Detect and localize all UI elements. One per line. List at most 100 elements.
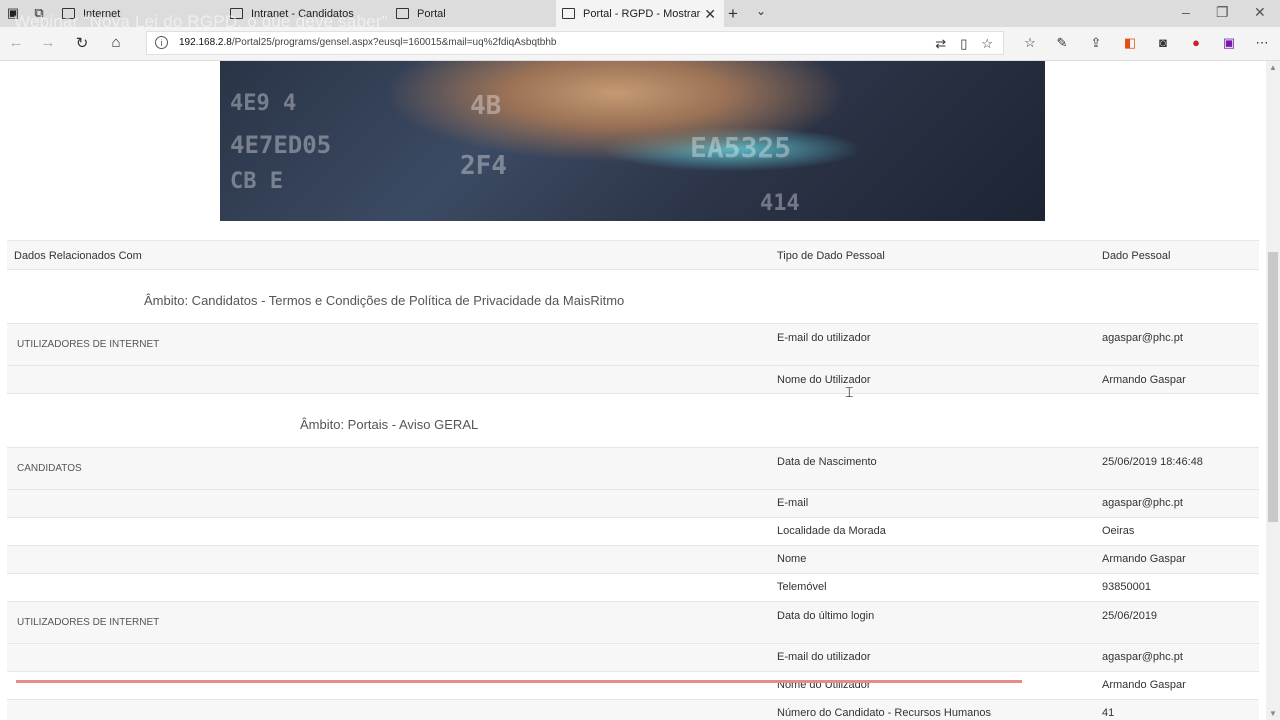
tab-label: Internet: [83, 7, 121, 20]
page-icon: [562, 8, 575, 19]
page-icon: [230, 8, 243, 19]
dado-cell: agaspar@phc.pt: [1102, 332, 1183, 344]
dado-cell: Armando Gaspar: [1102, 679, 1186, 691]
url-text: 192.168.2.8/Portal25/programs/gensel.asp…: [179, 37, 557, 48]
pinterest-icon[interactable]: ●: [1188, 35, 1204, 51]
tab-bar: ▣ ⧉ Internet Intranet - Candidatos Porta…: [0, 0, 1280, 31]
chevron-down-icon[interactable]: ⌄: [756, 4, 766, 18]
scroll-down-icon[interactable]: ▼: [1269, 709, 1277, 718]
address-bar: ← → ↻ ⌂ i 192.168.2.8/Portal25/programs/…: [0, 27, 1280, 61]
banner-decor: CB E: [230, 169, 283, 194]
page-content: 4E9 4 4E7ED05 CB E 4B 2F4 EA5325 414 Dad…: [0, 61, 1266, 720]
tipo-cell: E-mail do utilizador: [777, 651, 871, 663]
share-icon[interactable]: ⇪: [1088, 35, 1104, 51]
table-header-row: Dados Relacionados Com Tipo de Dado Pess…: [7, 240, 1259, 269]
info-icon[interactable]: i: [155, 36, 168, 49]
refresh-icon[interactable]: ↻: [72, 34, 92, 52]
translate-icon[interactable]: ⇄: [935, 36, 946, 52]
security-banner-image: 4E9 4 4E7ED05 CB E 4B 2F4 EA5325 414: [220, 61, 1045, 221]
header-tipo-dado: Tipo de Dado Pessoal: [777, 250, 885, 262]
favorites-icon[interactable]: ☆: [1022, 35, 1038, 51]
table-row: UTILIZADORES DE INTERNET E-mail do utili…: [7, 323, 1259, 365]
video-progress-bar[interactable]: [16, 680, 1022, 683]
tipo-cell: Telemóvel: [777, 581, 827, 593]
section-title: Âmbito: Portais - Aviso GERAL: [300, 417, 479, 432]
table-row: Nome do Utilizador Armando Gaspar: [7, 365, 1259, 393]
table-row: E-mail do utilizador agaspar@phc.pt: [7, 643, 1259, 671]
tipo-cell: E-mail do utilizador: [777, 332, 871, 344]
pen-icon[interactable]: ✎: [1054, 35, 1070, 51]
minimize-icon[interactable]: –: [1182, 4, 1190, 20]
home-icon[interactable]: ⌂: [106, 34, 126, 51]
page-icon: [396, 8, 409, 19]
section-row: Âmbito: Candidatos - Termos e Condições …: [7, 269, 1259, 323]
tab-internet[interactable]: Internet: [56, 0, 224, 27]
dado-cell: Armando Gaspar: [1102, 553, 1186, 565]
onenote-icon[interactable]: ▣: [1221, 35, 1237, 51]
dado-cell: 93850001: [1102, 581, 1151, 593]
banner-decor: 2F4: [460, 151, 507, 181]
scroll-up-icon[interactable]: ▲: [1269, 63, 1277, 72]
url-host: 192.168.2.8: [179, 37, 232, 48]
table-row: Nome do Utilizador Armando Gaspar: [7, 671, 1259, 699]
table-row: Localidade da Morada Oeiras: [7, 517, 1259, 545]
tipo-cell: Data de Nascimento: [777, 456, 877, 468]
header-dado-pessoal: Dado Pessoal: [1102, 250, 1171, 262]
tipo-cell: Nome: [777, 553, 807, 565]
tipo-cell: Data do último login: [777, 610, 875, 622]
more-icon[interactable]: ⋯: [1254, 35, 1270, 51]
table-row: Telemóvel 93850001: [7, 573, 1259, 601]
tab-label: Portal - RGPD - Mostrar: [583, 7, 701, 20]
reading-view-icon[interactable]: ▯: [960, 36, 967, 52]
tab-portal[interactable]: Portal: [390, 0, 556, 27]
tab-label: Portal: [417, 7, 446, 20]
tab-aside-icon[interactable]: ⧉: [32, 6, 46, 20]
tab-label: Intranet - Candidatos: [251, 7, 354, 20]
table-row: Número do Candidato - Recursos Humanos 4…: [7, 699, 1259, 720]
restore-icon[interactable]: ❐: [1216, 4, 1229, 21]
dado-cell: 25/06/2019 18:46:48: [1102, 456, 1203, 468]
mouse-cursor-icon: ⌶: [845, 384, 854, 400]
group-name: CANDIDATOS: [17, 463, 82, 474]
section-row: Âmbito: Portais - Aviso GERAL: [7, 393, 1259, 447]
vertical-scrollbar[interactable]: ▲ ▼: [1266, 61, 1280, 720]
new-tab-icon[interactable]: +: [728, 4, 738, 24]
header-dados-relacionados: Dados Relacionados Com: [14, 250, 142, 262]
table-row: Nome Armando Gaspar: [7, 545, 1259, 573]
banner-decor: EA5325: [690, 131, 792, 164]
group-name: UTILIZADORES DE INTERNET: [17, 339, 160, 350]
dado-cell: 25/06/2019: [1102, 610, 1158, 622]
office-icon[interactable]: ◧: [1122, 35, 1138, 51]
banner-decor: 414: [760, 191, 800, 216]
url-path: /Portal25/programs/gensel.aspx?eusql=160…: [231, 37, 557, 48]
page-icon: [62, 8, 75, 19]
pocket-icon[interactable]: ◙: [1155, 35, 1171, 51]
tipo-cell: Localidade da Morada: [777, 525, 886, 537]
section-title: Âmbito: Candidatos - Termos e Condições …: [144, 293, 625, 308]
dado-cell: agaspar@phc.pt: [1102, 497, 1183, 509]
favorite-star-icon[interactable]: ☆: [981, 36, 993, 52]
tipo-cell: Nome do Utilizador: [777, 374, 871, 386]
back-icon[interactable]: ←: [6, 34, 26, 51]
group-name: UTILIZADORES DE INTERNET: [17, 617, 160, 628]
tab-intranet-candidatos[interactable]: Intranet - Candidatos: [224, 0, 392, 27]
table-row: CANDIDATOS Data de Nascimento 25/06/2019…: [7, 447, 1259, 489]
window-icons: ▣ ⧉: [6, 6, 46, 20]
close-tab-icon[interactable]: ✕: [704, 6, 716, 23]
scroll-thumb[interactable]: [1268, 252, 1278, 522]
dado-cell: agaspar@phc.pt: [1102, 651, 1183, 663]
table-row: UTILIZADORES DE INTERNET Data do último …: [7, 601, 1259, 643]
url-field[interactable]: i 192.168.2.8/Portal25/programs/gensel.a…: [146, 31, 1004, 55]
tab-portal-rgpd[interactable]: Portal - RGPD - Mostrar ✕: [556, 0, 724, 27]
url-actions: ⇄ ▯ ☆: [935, 36, 993, 52]
banner-decor: 4E7ED05: [230, 131, 332, 159]
tipo-cell: E-mail: [777, 497, 809, 509]
forward-icon[interactable]: →: [38, 34, 58, 51]
dado-cell: Armando Gaspar: [1102, 374, 1186, 386]
tab-manager-icon[interactable]: ▣: [6, 6, 20, 20]
personal-data-table: Dados Relacionados Com Tipo de Dado Pess…: [7, 240, 1259, 720]
dado-cell: Oeiras: [1102, 525, 1135, 537]
close-window-icon[interactable]: ✕: [1254, 4, 1266, 21]
table-row: E-mail agaspar@phc.pt: [7, 489, 1259, 517]
tipo-cell: Número do Candidato - Recursos Humanos: [777, 707, 991, 719]
